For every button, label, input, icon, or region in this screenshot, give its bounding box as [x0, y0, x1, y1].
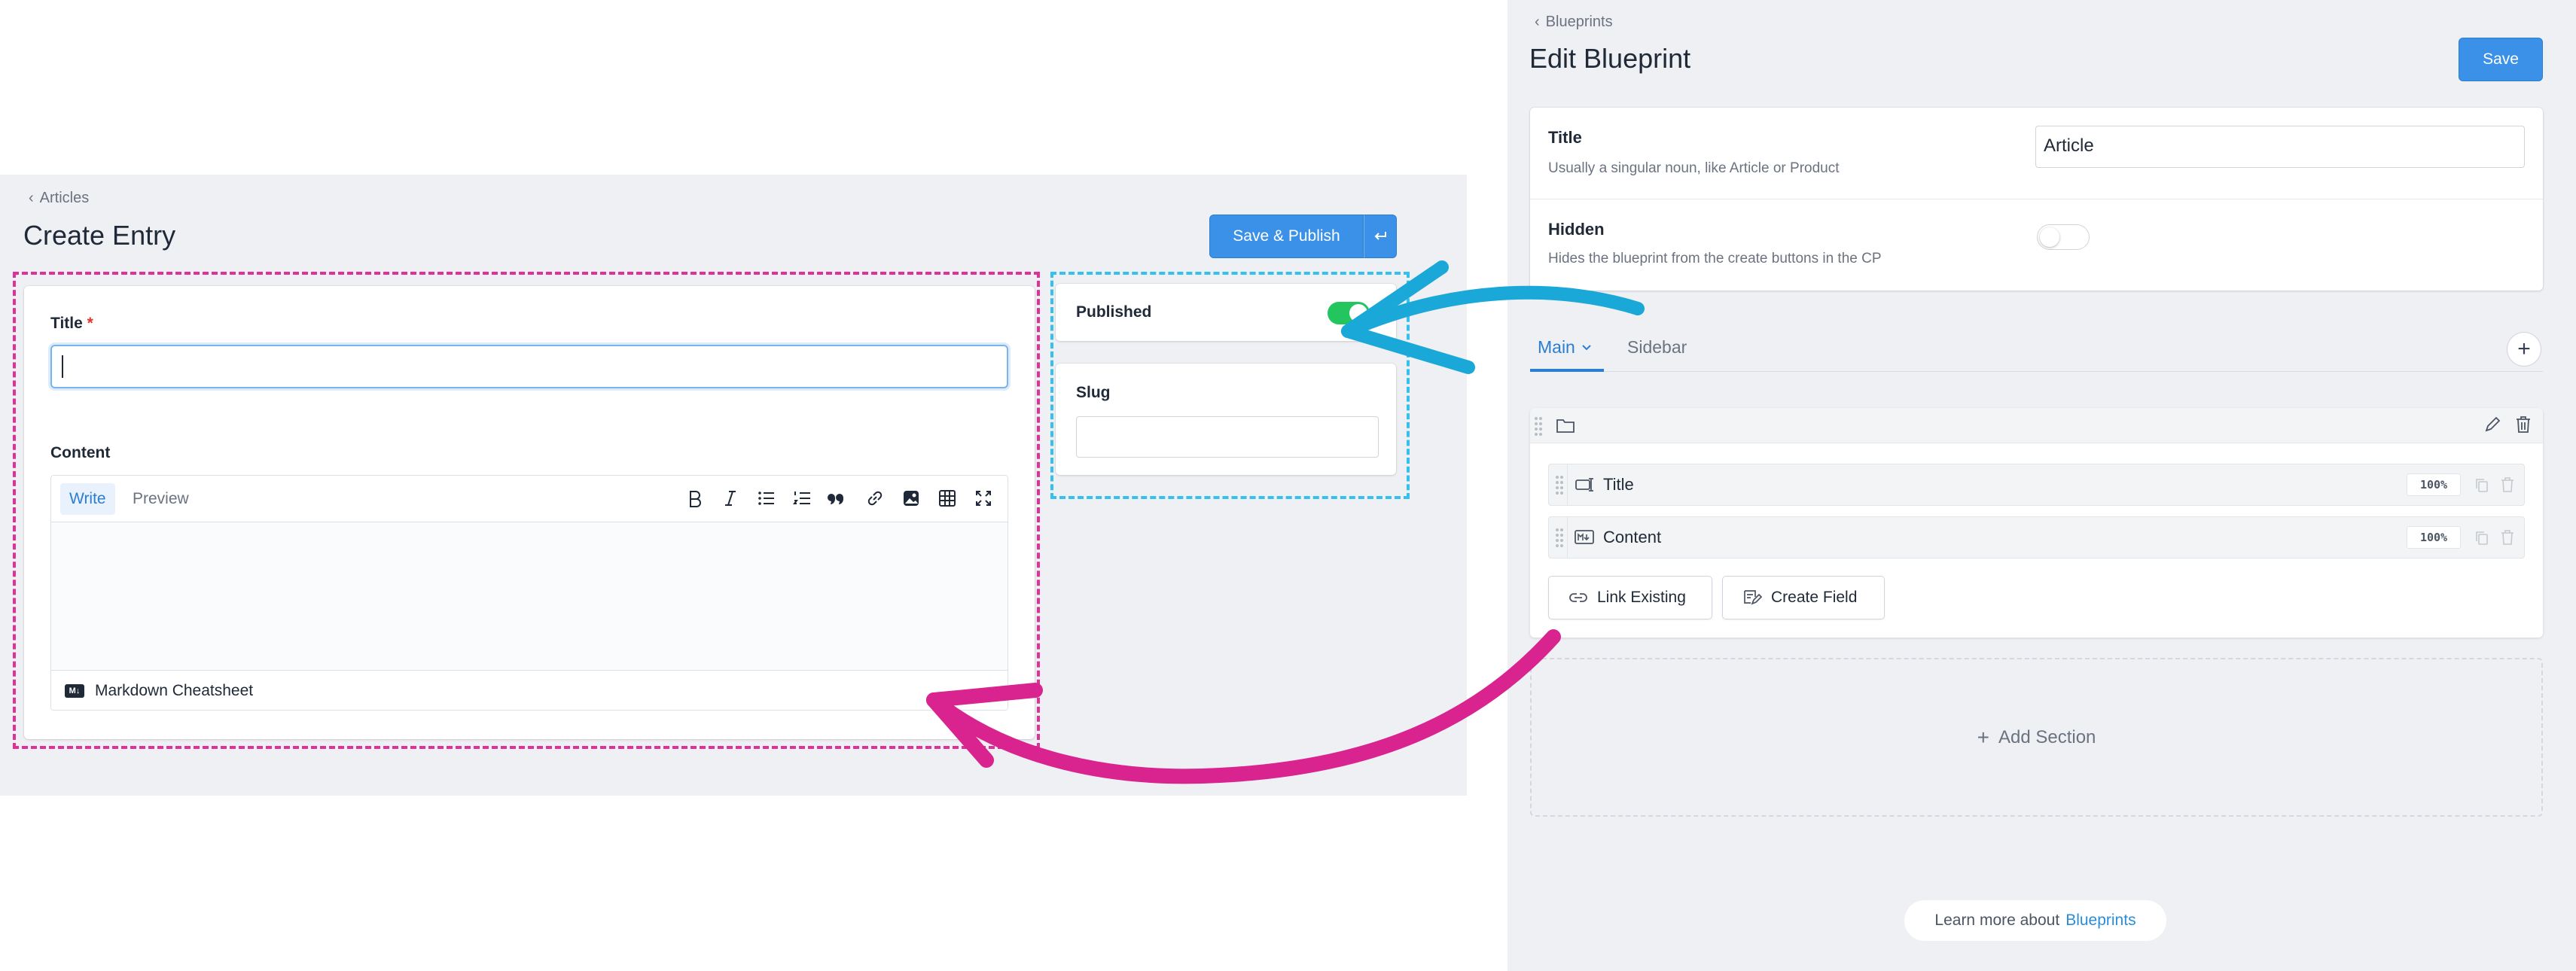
divider — [1567, 464, 1568, 505]
divider — [1567, 517, 1568, 558]
markdown-icon — [1575, 530, 1594, 544]
tab-main[interactable]: Main — [1538, 337, 1592, 358]
hidden-toggle[interactable] — [2037, 224, 2090, 250]
chevron-down-icon — [1582, 344, 1591, 350]
blueprint-breadcrumb[interactable]: ‹ Blueprints — [1535, 14, 1613, 31]
title-setting-help: Usually a singular noun, like Article or… — [1548, 160, 1840, 176]
folder-icon — [1556, 419, 1575, 433]
tab-sidebar[interactable]: Sidebar — [1627, 337, 1687, 358]
tabs-divider — [1530, 371, 2543, 372]
hidden-setting-help: Hides the blueprint from the create butt… — [1548, 251, 1882, 266]
save-options-button[interactable] — [1364, 215, 1397, 258]
breadcrumb-link[interactable]: Articles — [40, 190, 90, 207]
main-section-highlight — [13, 272, 1040, 749]
learn-more-pill: Learn more about Blueprints — [1904, 900, 2166, 941]
title-setting-label: Title — [1548, 128, 1582, 147]
drag-handle-icon[interactable] — [1555, 474, 1564, 495]
chevron-left-icon: ‹ — [1535, 14, 1540, 30]
add-section-button[interactable]: + Add Section — [1530, 658, 2543, 817]
blueprint-field-row[interactable]: Content 100% — [1548, 516, 2525, 559]
field-width-selector[interactable]: 100% — [2407, 473, 2461, 496]
blueprint-title: Edit Blueprint — [1529, 43, 1691, 74]
duplicate-icon[interactable] — [2474, 530, 2489, 546]
duplicate-icon[interactable] — [2474, 477, 2489, 494]
blueprint-title-input[interactable]: Article — [2035, 126, 2525, 168]
text-field-icon — [1575, 478, 1593, 492]
field-name: Content — [1603, 528, 1662, 546]
return-icon — [1374, 232, 1386, 240]
link-icon — [1569, 593, 1587, 602]
trash-icon[interactable] — [2500, 529, 2515, 546]
trash-icon[interactable] — [2500, 476, 2515, 493]
page-title: Create Entry — [23, 220, 176, 251]
save-button[interactable]: Save — [2459, 38, 2543, 81]
sidebar-section-highlight — [1050, 272, 1410, 499]
save-publish-button[interactable]: Save & Publish — [1209, 215, 1364, 258]
blueprint-field-row[interactable]: Title 100% — [1548, 464, 2525, 506]
drag-handle-icon[interactable] — [1555, 527, 1564, 548]
breadcrumb-link[interactable]: Blueprints — [1546, 14, 1613, 31]
create-field-icon — [1744, 590, 1762, 605]
field-name: Title — [1603, 475, 1634, 494]
plus-icon: + — [1977, 725, 1989, 749]
blueprints-docs-link[interactable]: Blueprints — [2065, 912, 2135, 930]
create-field-button[interactable]: Create Field — [1722, 576, 1885, 619]
active-tab-indicator — [1530, 369, 1604, 372]
drag-handle-icon[interactable] — [1534, 415, 1543, 437]
section-header — [1530, 408, 2543, 443]
edit-icon[interactable] — [2483, 415, 2502, 434]
hidden-setting-label: Hidden — [1548, 220, 1605, 239]
field-width-selector[interactable]: 100% — [2407, 526, 2461, 549]
link-existing-button[interactable]: Link Existing — [1548, 576, 1712, 619]
breadcrumb[interactable]: ‹ Articles — [29, 190, 89, 207]
chevron-left-icon: ‹ — [29, 190, 34, 206]
trash-icon[interactable] — [2514, 415, 2532, 434]
add-tab-button[interactable]: + — [2507, 332, 2541, 367]
plus-icon: + — [2517, 336, 2531, 361]
